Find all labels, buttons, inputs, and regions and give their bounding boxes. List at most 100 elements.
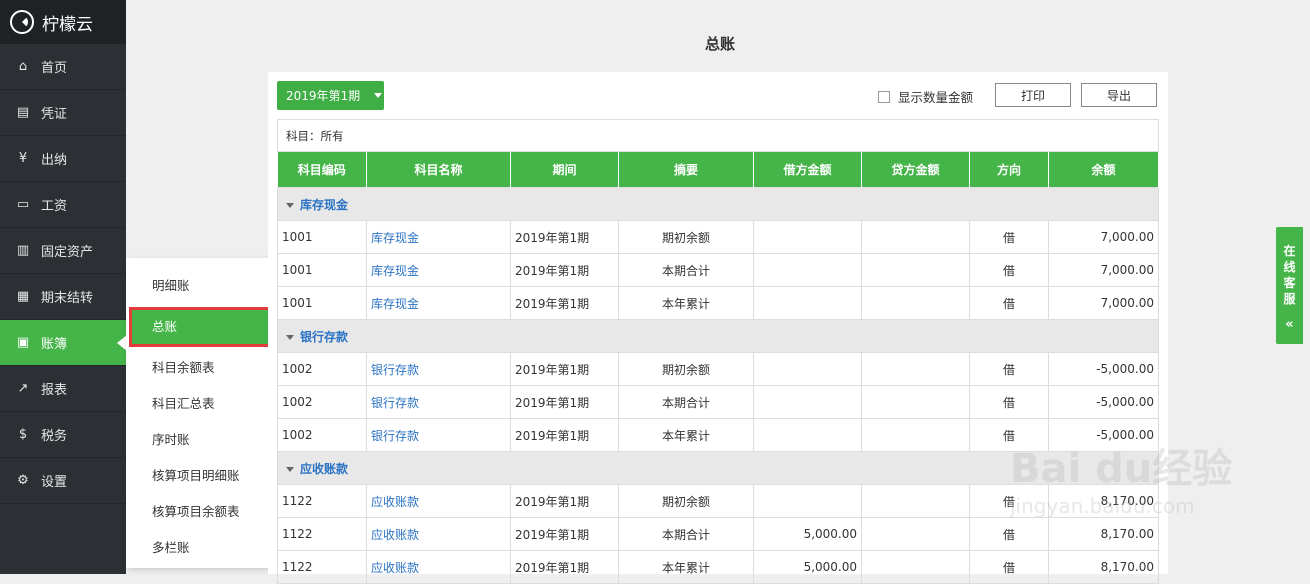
table-cell: 1122 xyxy=(277,484,367,518)
voucher-icon: ▤ xyxy=(16,105,30,120)
nav-item[interactable]: $ 税务 xyxy=(0,412,126,458)
period-label: 2019年第1期 xyxy=(286,89,361,103)
nav-item[interactable]: ⚙ 设置 xyxy=(0,458,126,504)
submenu-item[interactable]: 总账 xyxy=(129,307,277,347)
table-cell: 8,170.00 xyxy=(1048,484,1159,518)
nav-item[interactable]: ▣ 账簿 xyxy=(0,320,127,366)
table-cell: 借 xyxy=(969,550,1049,584)
submenu-item[interactable]: 明细账 xyxy=(126,268,279,304)
table-body: 库存现金 1001 库存现金 2019年第1期 期初余额借 7,000.00 1001 库存现… xyxy=(277,187,1159,584)
table-cell xyxy=(861,517,970,551)
submenu-item[interactable]: 序时账 xyxy=(126,422,279,458)
app-logo[interactable]: 柠檬云 xyxy=(0,0,126,44)
account-name-link[interactable]: 库存现金 xyxy=(366,286,511,320)
account-name-link[interactable]: 应收账款 xyxy=(366,550,511,584)
table-cell xyxy=(861,484,970,518)
online-service-button[interactable]: 在线客服 « xyxy=(1276,227,1303,344)
table-cell: 2019年第1期 xyxy=(510,550,619,584)
filter-bar: 科目：所有 xyxy=(277,119,1159,152)
export-button[interactable]: 导出 xyxy=(1081,83,1157,107)
table-cell: 借 xyxy=(969,418,1049,452)
nav-item[interactable]: ¥ 出纳 xyxy=(0,136,126,182)
submenu-item[interactable]: 科目余额表 xyxy=(126,350,279,386)
account-name-link[interactable]: 库存现金 xyxy=(366,253,511,287)
table-cell: 借 xyxy=(969,517,1049,551)
table-cell: 2019年第1期 xyxy=(510,220,619,254)
submenu-item[interactable]: 核算项目明细账 xyxy=(126,458,279,494)
nav-item[interactable]: ↗ 报表 xyxy=(0,366,126,412)
table-cell: 8,170.00 xyxy=(1048,550,1159,584)
double-chevron-left-icon: « xyxy=(1285,317,1294,332)
collapse-triangle-icon[interactable] xyxy=(286,466,294,472)
table-cell xyxy=(753,286,862,320)
table-cell xyxy=(753,484,862,518)
group-row[interactable]: 库存现金 xyxy=(277,187,1159,221)
table-cell: 借 xyxy=(969,253,1049,287)
table-cell: 1002 xyxy=(277,385,367,419)
nav-item[interactable]: ▥ 固定资产 xyxy=(0,228,126,274)
column-header: 贷方金额 xyxy=(861,152,970,188)
nav-item[interactable]: ▦ 期末结转 xyxy=(0,274,126,320)
period-select[interactable]: 2019年第1期 xyxy=(277,81,384,110)
account-name-link[interactable]: 银行存款 xyxy=(366,385,511,419)
table-cell: 5,000.00 xyxy=(753,517,862,551)
table-cell: 5,000.00 xyxy=(753,550,862,584)
nav-item-label: 设置 xyxy=(41,475,68,490)
table-cell: 1001 xyxy=(277,286,367,320)
submenu-item[interactable]: 核算项目余额表 xyxy=(126,494,279,530)
table-row: 1122 应收账款 2019年第1期 期初余额 借 8,170.00 xyxy=(277,484,1159,518)
column-header: 摘要 xyxy=(618,152,754,188)
table-row: 1001 库存现金 2019年第1期 本年累计 借 7,000.00 xyxy=(277,286,1159,320)
nav-item-label: 期末结转 xyxy=(41,291,94,306)
chart-icon: ↗ xyxy=(17,381,29,396)
table-cell: 7,000.00 xyxy=(1048,220,1159,254)
table-cell: 本期合计 xyxy=(618,253,754,287)
table-cell: 2019年第1期 xyxy=(510,253,619,287)
table-header: 科目编码 科目名称 期间 摘要 借方金额 贷方金额 方向 余额 xyxy=(277,152,1159,188)
table-cell: -5,000.00 xyxy=(1048,352,1159,386)
ledger-panel: 2019年第1期 显示数量金额 打印 导出 科目：所有 科目编码 科目名称 期间 摘要… xyxy=(268,72,1168,584)
column-header: 借方金额 xyxy=(753,152,862,188)
table-cell: 2019年第1期 xyxy=(510,286,619,320)
checkbox[interactable] xyxy=(878,90,890,103)
table-row: 1122 应收账款 2019年第1期 本年累计 5,000.00 借 8,170.00 xyxy=(277,550,1159,584)
account-name-link[interactable]: 应收账款 xyxy=(366,484,511,518)
table-cell: 借 xyxy=(969,286,1049,320)
nav-item-label: 报表 xyxy=(41,383,68,398)
table-cell: 借 xyxy=(969,484,1049,518)
account-name-link[interactable]: 库存现金 xyxy=(366,220,511,254)
nav-item[interactable]: ⌂ 首页 xyxy=(0,44,126,90)
collapse-triangle-icon[interactable] xyxy=(286,202,294,208)
account-name-link[interactable]: 银行存款 xyxy=(366,352,511,386)
submenu-item[interactable]: 科目汇总表 xyxy=(126,386,279,422)
table-cell: 1122 xyxy=(277,517,367,551)
table-cell: 借 xyxy=(969,220,1049,254)
account-name-link[interactable]: 应收账款 xyxy=(366,517,511,551)
table-cell: 借 xyxy=(969,352,1049,386)
group-row[interactable]: 银行存款 xyxy=(277,319,1159,353)
table-cell: 本年累计 xyxy=(618,418,754,452)
lemon-logo-icon xyxy=(10,10,34,34)
group-row[interactable]: 应收账款 xyxy=(277,451,1159,485)
assets-icon: ▥ xyxy=(16,243,30,258)
show-quantity-toggle[interactable]: 显示数量金额 xyxy=(878,87,973,106)
caret-down-icon xyxy=(374,93,383,98)
app-name: 柠檬云 xyxy=(42,14,93,35)
table-cell xyxy=(753,352,862,386)
submenu-item[interactable]: 多栏账 xyxy=(126,530,279,566)
nav-item[interactable]: ▤ 凭证 xyxy=(0,90,126,136)
table-row: 1001 库存现金 2019年第1期 期初余额 借 7,000.00 xyxy=(277,220,1159,254)
table-cell xyxy=(861,220,970,254)
column-header: 科目名称 xyxy=(366,152,511,188)
table-cell xyxy=(753,220,862,254)
print-button[interactable]: 打印 xyxy=(995,83,1071,107)
table-cell xyxy=(753,385,862,419)
table-cell: 8,170.00 xyxy=(1048,517,1159,551)
account-name-link[interactable]: 银行存款 xyxy=(366,418,511,452)
table-cell xyxy=(861,352,970,386)
table-cell: 7,000.00 xyxy=(1048,286,1159,320)
collapse-triangle-icon[interactable] xyxy=(286,334,294,340)
nav-item[interactable]: ▭ 工资 xyxy=(0,182,126,228)
table-cell: 期初余额 xyxy=(618,220,754,254)
group-label: 应收账款 xyxy=(300,461,349,476)
